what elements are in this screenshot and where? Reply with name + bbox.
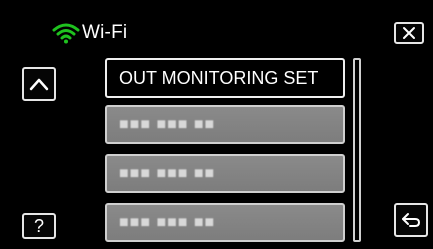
menu-item-label: OUT MONITORING SET <box>119 67 319 88</box>
help-button[interactable]: ? <box>22 213 56 239</box>
header: Wi-Fi <box>52 18 127 48</box>
menu-item-4[interactable]: ■■■ ■■■ ■■ <box>105 203 345 242</box>
chevron-up-icon <box>29 78 49 91</box>
close-button[interactable] <box>394 22 424 44</box>
help-icon: ? <box>33 216 44 236</box>
scroll-up-button[interactable] <box>22 67 56 101</box>
scrollbar[interactable] <box>353 58 361 242</box>
wifi-icon <box>52 23 80 44</box>
back-button[interactable] <box>394 203 428 237</box>
menu-item-3[interactable]: ■■■ ■■■ ■■ <box>105 154 345 193</box>
screen-title: Wi-Fi <box>82 22 128 43</box>
menu-item-label: ■■■ ■■■ ■■ <box>119 115 216 133</box>
menu-item-2[interactable]: ■■■ ■■■ ■■ <box>105 105 345 144</box>
menu-item-label: ■■■ ■■■ ■■ <box>119 164 216 182</box>
close-icon <box>403 27 415 39</box>
menu-item-label: ■■■ ■■■ ■■ <box>119 213 216 231</box>
wifi-menu-screen: Wi-Fi OUT MONITORING SET ■■■ ■■■ ■■ ■■■ … <box>0 0 433 249</box>
menu-item-out-monitoring-set[interactable]: OUT MONITORING SET <box>105 58 345 98</box>
back-arrow-icon <box>402 213 421 227</box>
